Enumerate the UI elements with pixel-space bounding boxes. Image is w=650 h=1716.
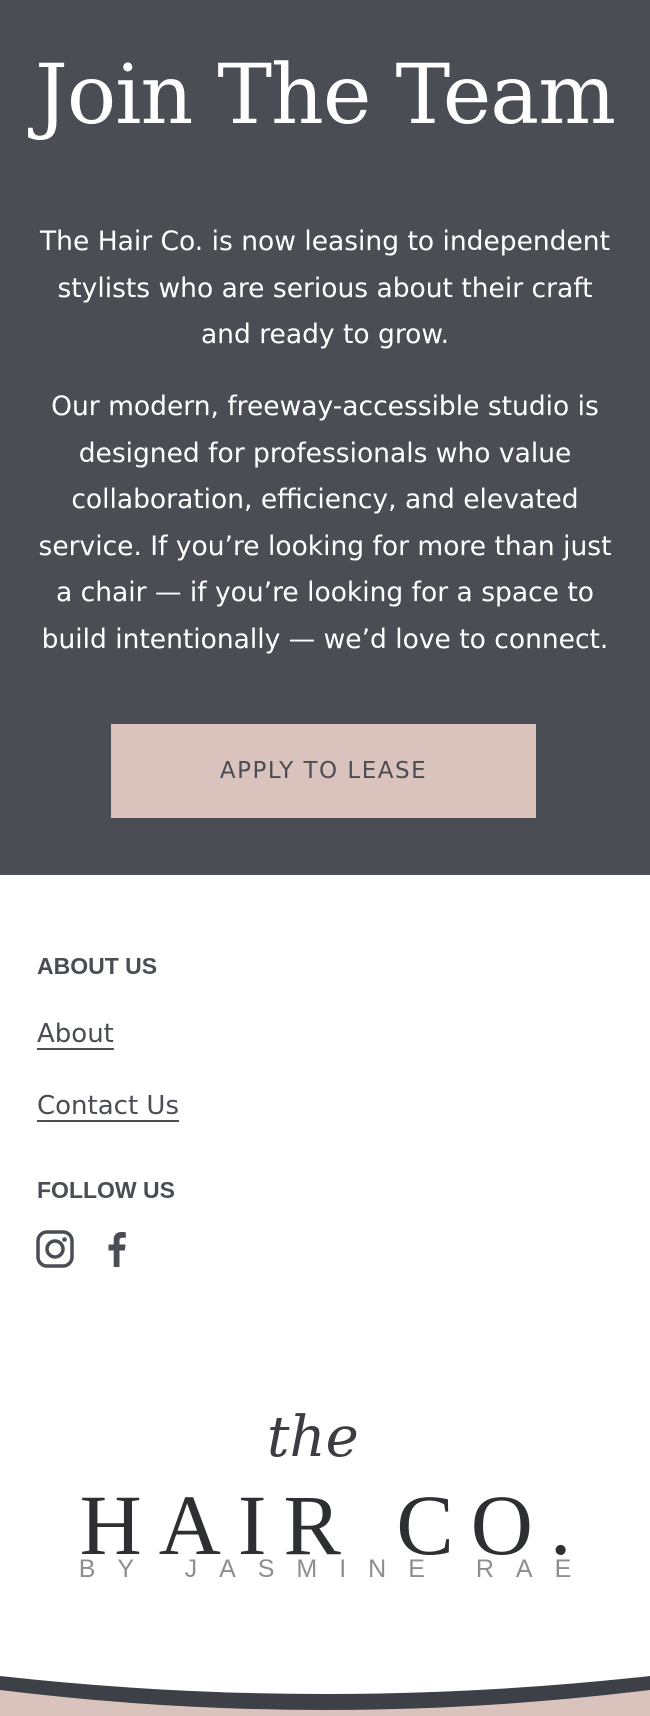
bottom-wave-decoration — [0, 1676, 650, 1716]
logo-script-text: the — [267, 1405, 359, 1470]
apply-to-lease-button[interactable]: APPLY TO LEASE — [111, 724, 536, 818]
description-paragraph: Our modern, freeway-accessible studio is… — [38, 391, 612, 655]
about-us-heading: ABOUT US — [37, 953, 158, 979]
instagram-icon[interactable] — [35, 1229, 75, 1269]
join-team-section: Join The Team The Hair Co. is now leasin… — [0, 0, 650, 875]
contact-us-link[interactable]: Contact Us — [37, 1091, 179, 1121]
logo-tagline: BY JASMINE RAE — [78, 1555, 594, 1583]
about-link[interactable]: About — [37, 1019, 114, 1049]
intro-paragraph: The Hair Co. is now leasing to independe… — [39, 226, 610, 350]
section-title: Join The Team — [35, 48, 616, 143]
follow-us-heading: FOLLOW US — [37, 1177, 175, 1203]
facebook-icon[interactable] — [97, 1229, 137, 1269]
